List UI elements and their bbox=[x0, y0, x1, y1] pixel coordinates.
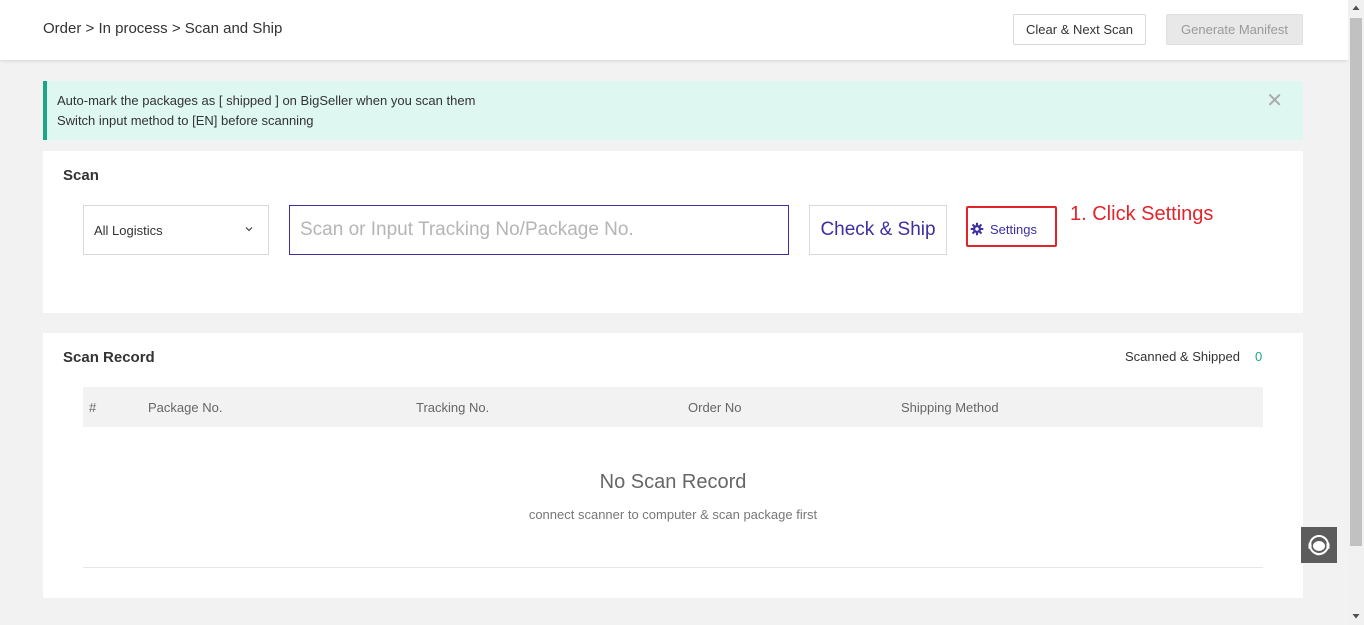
customer-service-button[interactable] bbox=[1301, 527, 1337, 563]
check-ship-button[interactable]: Check & Ship bbox=[809, 205, 947, 255]
notice-line-auto-mark: Auto-mark the packages as [ shipped ] on… bbox=[57, 93, 476, 108]
logistics-select[interactable]: All Logistics bbox=[83, 205, 269, 255]
logistics-selected-value: All Logistics bbox=[94, 223, 163, 238]
breadcrumb-current: Scan and Ship bbox=[184, 20, 283, 37]
breadcrumb-in-process[interactable]: In process bbox=[98, 20, 167, 37]
gear-icon bbox=[970, 222, 984, 236]
settings-button[interactable]: Settings bbox=[966, 206, 1057, 247]
scan-panel: Scan All Logistics Check & Ship Settings bbox=[43, 151, 1303, 313]
vertical-scrollbar[interactable] bbox=[1348, 0, 1364, 625]
scrollbar-thumb[interactable] bbox=[1350, 18, 1362, 546]
empty-state-subtitle: connect scanner to computer & scan packa… bbox=[528, 507, 818, 522]
clear-next-scan-button[interactable]: Clear & Next Scan bbox=[1013, 14, 1146, 45]
generate-manifest-button[interactable]: Generate Manifest bbox=[1166, 14, 1303, 45]
headset-icon bbox=[1308, 535, 1330, 556]
scan-record-title: Scan Record bbox=[63, 349, 155, 366]
scan-record-panel: Scan Record Scanned & Shipped 0 # Packag… bbox=[43, 333, 1303, 598]
scroll-up-icon[interactable] bbox=[1352, 4, 1360, 12]
scan-title: Scan bbox=[63, 167, 99, 184]
tracking-input[interactable] bbox=[289, 205, 789, 255]
notice-line-input-method: Switch input method to [EN] before scann… bbox=[57, 113, 314, 128]
scroll-down-icon[interactable] bbox=[1352, 612, 1360, 620]
close-icon[interactable]: ✕ bbox=[1266, 91, 1283, 111]
settings-label: Settings bbox=[990, 221, 1037, 237]
column-header-index: # bbox=[89, 400, 97, 415]
column-header-order-no: Order No bbox=[688, 400, 742, 415]
top-bar: Order > In process > Scan and Ship Clear… bbox=[0, 0, 1348, 60]
scanned-shipped-count: 0 bbox=[1255, 349, 1263, 364]
breadcrumb: Order > In process > Scan and Ship bbox=[43, 20, 282, 37]
table-header: # Package No. Tracking No. Order No Ship… bbox=[83, 387, 1263, 427]
notice-banner: Auto-mark the packages as [ shipped ] on… bbox=[43, 81, 1303, 140]
column-header-shipping-method: Shipping Method bbox=[901, 400, 999, 415]
chevron-down-icon bbox=[245, 227, 253, 232]
empty-state-title: No Scan Record bbox=[599, 471, 747, 493]
column-header-tracking-no: Tracking No. bbox=[416, 400, 490, 415]
scanned-shipped-label: Scanned & Shipped bbox=[1125, 349, 1240, 364]
breadcrumb-separator: > bbox=[85, 20, 95, 37]
column-header-package-no: Package No. bbox=[148, 400, 223, 415]
breadcrumb-separator: > bbox=[171, 20, 181, 37]
table-divider bbox=[83, 567, 1263, 568]
annotation-click-settings: 1. Click Settings bbox=[1070, 203, 1214, 225]
breadcrumb-order[interactable]: Order bbox=[43, 20, 81, 37]
